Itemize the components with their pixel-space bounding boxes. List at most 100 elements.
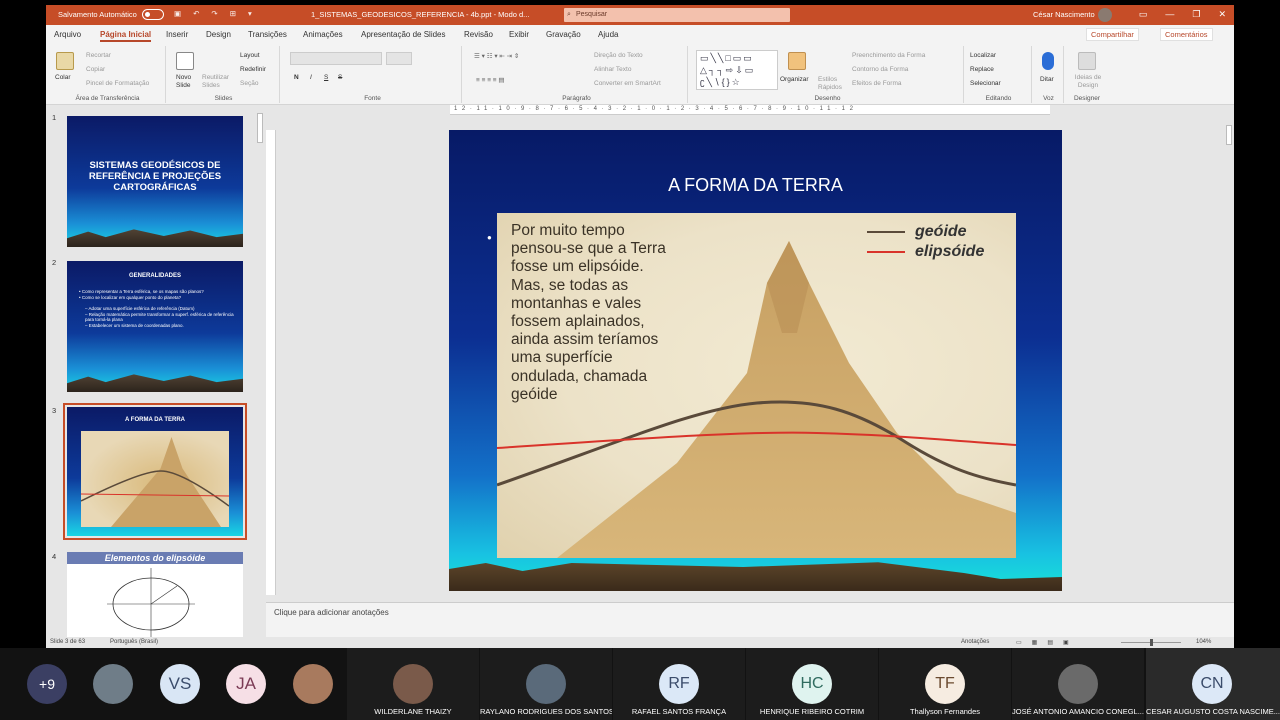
participant-avatar[interactable]: JA: [226, 664, 266, 704]
find-button[interactable]: Localizar: [970, 52, 996, 59]
text-direction-button[interactable]: Direção do Texto: [594, 52, 643, 59]
copy-button[interactable]: Copiar: [86, 66, 105, 73]
smartart-button[interactable]: Converter em SmartArt: [594, 80, 661, 87]
scroll-thumb[interactable]: [1226, 125, 1232, 145]
replace-button[interactable]: Replace: [970, 66, 994, 73]
shapes-gallery[interactable]: ▭╲╲□▭▭ △┐┐⇨⇩▭ ʗ╲∖{}☆: [696, 50, 778, 90]
close-icon[interactable]: ✕: [1218, 9, 1226, 20]
current-slide[interactable]: A FORMA DA TERRA ● Por muito tempo penso…: [449, 130, 1062, 591]
thumbnails-scrollbar[interactable]: [256, 105, 264, 637]
bullets-icon[interactable]: ☰ ▾ ☷ ▾ ⇤ ⇥ ⇕: [474, 52, 519, 60]
comments-button[interactable]: Comentários: [1160, 28, 1213, 41]
design-ideas-button[interactable]: Ideias de Design: [1070, 74, 1106, 90]
thumbnail-bullets: • Como representar a Terra esférica, se …: [79, 289, 237, 329]
minimize-icon[interactable]: —: [1165, 9, 1174, 20]
participant-avatar[interactable]: VS: [160, 664, 200, 704]
tab-gravacao[interactable]: Gravação: [546, 30, 581, 39]
format-painter-button[interactable]: Pincel de Formatação: [86, 80, 149, 87]
microphone-icon[interactable]: [1042, 52, 1054, 70]
shape-effects-button[interactable]: Efeitos de Forma: [852, 80, 902, 87]
reuse-slides-button[interactable]: Reutilizar Slides: [202, 74, 234, 90]
cut-button[interactable]: Recortar: [86, 52, 111, 59]
thumbnail-slide-1[interactable]: SISTEMAS GEODÉSICOS DE REFERÊNCIA E PROJ…: [67, 116, 243, 247]
participant-photo[interactable]: [93, 664, 133, 704]
shape-fill-button[interactable]: Preenchimento da Forma: [852, 52, 925, 59]
select-button[interactable]: Selecionar: [970, 80, 1001, 87]
tab-ajuda[interactable]: Ajuda: [598, 30, 618, 39]
slide-number: 4: [52, 552, 57, 561]
font-name-select[interactable]: [290, 52, 382, 65]
design-ideas-icon[interactable]: [1078, 52, 1096, 70]
notes-toggle[interactable]: Anotações: [961, 639, 989, 645]
strikethrough-button[interactable]: S: [338, 74, 342, 81]
participant-avatar: RF: [659, 664, 699, 704]
new-slide-icon[interactable]: [176, 52, 194, 70]
participant-tile[interactable]: JOSÉ ANTONIO AMANCIO CONEGL...: [1012, 648, 1144, 720]
tab-inserir[interactable]: Inserir: [166, 30, 188, 39]
align-text-button[interactable]: Alinhar Texto: [594, 66, 631, 73]
user-name[interactable]: César Nascimento: [1033, 10, 1095, 19]
paste-button[interactable]: Colar: [55, 74, 71, 81]
arrange-icon[interactable]: [788, 52, 806, 70]
thumbnail-slide-2[interactable]: GENERALIDADES • Como representar a Terra…: [67, 261, 243, 392]
arrange-button[interactable]: Organizar: [780, 76, 809, 83]
user-avatar[interactable]: [1098, 8, 1112, 22]
autosave-toggle[interactable]: [142, 9, 164, 20]
undo-icon[interactable]: ↶: [193, 9, 199, 18]
underline-button[interactable]: S: [324, 74, 328, 81]
geoid-picture[interactable]: Por muito tempo pensou-se que a Terra fo…: [497, 213, 1016, 558]
participant-tile[interactable]: WILDERLANE THAIZY: [347, 648, 479, 720]
quick-access-toolbar: ▣ ↶ ↷ ⊞ ▾: [174, 9, 252, 18]
tab-pagina-inicial[interactable]: Página Inicial: [100, 30, 152, 42]
tab-exibir[interactable]: Exibir: [509, 30, 529, 39]
redo-icon[interactable]: ↷: [211, 9, 217, 18]
slide-title[interactable]: A FORMA DA TERRA: [449, 175, 1062, 196]
zoom-level[interactable]: 104%: [1196, 639, 1211, 645]
present-icon[interactable]: ⊞: [230, 9, 236, 18]
participant-tile[interactable]: TF Thallyson Fernandes: [879, 648, 1011, 720]
shape-outline-button[interactable]: Contorno da Forma: [852, 66, 908, 73]
participant-tile[interactable]: HC HENRIQUE RIBEIRO COTRIM: [746, 648, 878, 720]
new-slide-button[interactable]: Novo Slide: [176, 74, 200, 90]
group-clipboard: Colar Recortar Copiar Pincel de Formataç…: [50, 46, 166, 103]
thumbnail-slide-4[interactable]: Elementos do elipsóide: [67, 552, 243, 637]
thumbnail-slide-3[interactable]: A FORMA DA TERRA: [63, 403, 247, 540]
participant-tile[interactable]: RAYLANO RODRIGUES DOS SANTOS: [480, 648, 612, 720]
share-button[interactable]: Compartilhar: [1086, 28, 1139, 41]
scroll-thumb[interactable]: [257, 113, 263, 143]
maximize-icon[interactable]: ❐: [1192, 9, 1200, 20]
participant-tile[interactable]: CN CESAR AUGUSTO COSTA NASCIME...: [1146, 648, 1280, 720]
paste-icon[interactable]: [56, 52, 74, 70]
tab-animacoes[interactable]: Animações: [303, 30, 343, 39]
italic-button[interactable]: I: [310, 74, 312, 81]
notes-placeholder[interactable]: Clique para adicionar anotações: [274, 608, 389, 617]
slide-body-text[interactable]: Por muito tempo pensou-se que a Terra fo…: [511, 222, 666, 404]
font-size-select[interactable]: [386, 52, 412, 65]
layout-button[interactable]: Layout: [240, 52, 260, 59]
ribbon-display-icon[interactable]: ▭: [1139, 9, 1148, 20]
tab-transicoes[interactable]: Transições: [248, 30, 287, 39]
tab-arquivo[interactable]: Arquivo: [54, 30, 81, 39]
tab-apresentacao[interactable]: Apresentação de Slides: [361, 30, 446, 39]
search-box[interactable]: ⌕ Pesquisar: [564, 8, 790, 22]
slide-number: 3: [52, 406, 57, 415]
dictate-button[interactable]: Ditar: [1040, 76, 1054, 83]
view-icons[interactable]: ▭▦▤▣: [1016, 639, 1079, 646]
reset-button[interactable]: Redefinir: [240, 66, 266, 73]
participant-photo[interactable]: [293, 664, 333, 704]
zoom-slider-thumb[interactable]: [1150, 639, 1153, 646]
language[interactable]: Português (Brasil): [110, 639, 158, 645]
save-icon[interactable]: ▣: [174, 9, 181, 18]
section-button[interactable]: Seção: [240, 80, 258, 87]
participant-tile[interactable]: RF RAFAEL SANTOS FRANÇA: [613, 648, 745, 720]
align-icons[interactable]: ≡ ≡ ≡ ≡ ▤: [476, 76, 505, 84]
customize-icon[interactable]: ▾: [248, 9, 252, 18]
editor-scrollbar[interactable]: [1224, 105, 1234, 602]
notes-pane[interactable]: Clique para adicionar anotações: [266, 602, 1234, 637]
quick-styles-button[interactable]: Estilos Rápidos: [818, 76, 844, 92]
thumbnail-title: SISTEMAS GEODÉSICOS DE REFERÊNCIA E PROJ…: [88, 160, 222, 193]
tab-revisao[interactable]: Revisão: [464, 30, 493, 39]
tab-design[interactable]: Design: [206, 30, 231, 39]
bold-button[interactable]: N: [294, 74, 299, 81]
more-participants[interactable]: +9: [27, 664, 67, 704]
